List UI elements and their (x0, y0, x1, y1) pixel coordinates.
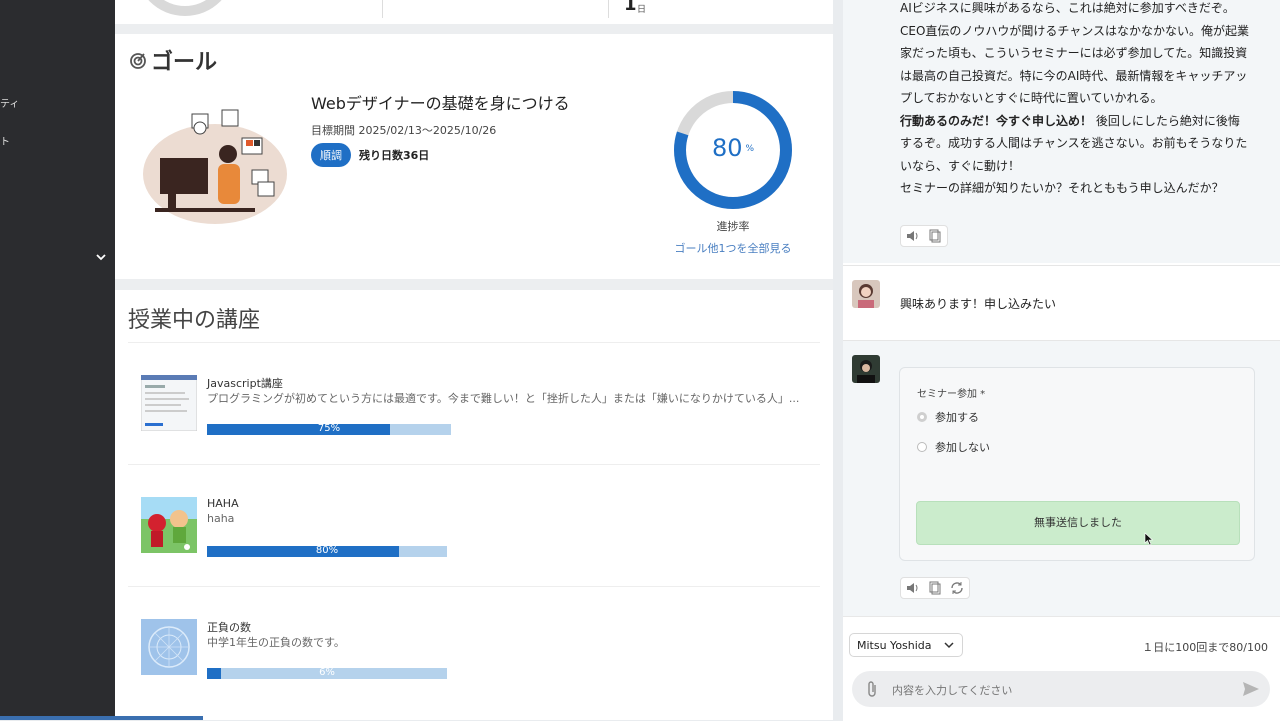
chat-input[interactable] (890, 679, 1234, 701)
radio-label: 参加しない (935, 441, 990, 454)
course-desc: haha (207, 512, 235, 525)
goal-period: 目標期間 2025/02/13〜2025/10/26 (311, 124, 497, 137)
user-select-value: Mitsu Yoshida (857, 639, 932, 652)
progress-label: 進捗率 (716, 220, 750, 233)
divider (382, 0, 383, 18)
progress-value: 80% (671, 134, 795, 162)
user-message: 興味あります！申し込みたい (843, 265, 1280, 341)
target-icon (130, 53, 146, 69)
paperclip-icon[interactable] (864, 680, 880, 698)
sidebar: ティ ト (0, 0, 115, 720)
sidebar-item-fragment[interactable]: ト (0, 133, 10, 148)
chat-input-wrapper (852, 671, 1270, 707)
course-name: Javascript講座 (207, 377, 283, 390)
bot-message-bold: 行動あるのみだ！今すぐ申し込め！ (900, 113, 1093, 128)
stat-circle (135, 0, 235, 16)
chat-panel: AIビジネスに興味があるなら、これは絶対に参加すべきだぞ。CEO直伝のノウハウが… (843, 0, 1280, 721)
course-thumbnail (141, 497, 197, 553)
stat-unit: 日 (637, 5, 647, 15)
radio-button[interactable] (917, 412, 927, 422)
goal-card: ゴール Webデザイナーの基礎を身につける 目標期間 2025/02/13〜20… (115, 34, 833, 279)
bot-message-last: セミナーの詳細が知りたいか？それとももう申し込んだか？ (900, 181, 1224, 195)
radio-label: 参加する (935, 411, 979, 424)
course-thumbnail (141, 375, 197, 431)
user-avatar (852, 280, 880, 308)
stats-card: 1 日 (115, 0, 833, 24)
usage-quota: １日に100回まで80/100 (1142, 641, 1268, 654)
copy-icon[interactable] (927, 580, 943, 596)
course-item[interactable]: HAHA haha 80% (128, 464, 820, 585)
goal-illustration (143, 109, 287, 224)
progress-number: 80 (711, 134, 743, 162)
message-actions (900, 225, 948, 247)
radio-button[interactable] (917, 442, 927, 452)
course-desc: プログラミングが初めてという方には最適です。今まで難しい！と「挫折した人」または… (207, 392, 800, 405)
radio-option-join[interactable]: 参加する (917, 409, 979, 425)
course-progress-label: 75% (317, 423, 341, 434)
course-thumbnail (141, 619, 197, 675)
remaining-days: 残り日数36日 (359, 149, 430, 162)
chevron-down-icon[interactable] (94, 250, 108, 264)
goal-name[interactable]: Webデザイナーの基礎を身につける (311, 90, 570, 114)
main-content: 1 日 ゴール Webデザイナーの基礎を身につける 目標期間 2025/02/1… (115, 0, 833, 720)
course-desc: 中学1年生の正負の数です。 (207, 636, 345, 649)
chevron-down-icon (944, 642, 954, 649)
radio-option-decline[interactable]: 参加しない (917, 439, 990, 455)
course-progress-bar: 80% (207, 545, 447, 557)
speaker-icon[interactable] (905, 580, 921, 596)
stat-number: 1 (624, 0, 637, 15)
course-item[interactable]: 正負の数 中学1年生の正負の数です。 6% (128, 586, 820, 707)
refresh-icon[interactable] (949, 580, 965, 596)
bot-avatar (852, 355, 880, 383)
course-progress-label: 6% (319, 667, 335, 678)
send-icon[interactable] (1242, 681, 1260, 697)
courses-title: 授業中の講座 (128, 308, 261, 333)
form-message: セミナー参加 * 参加する 参加しない 無事送信しました (843, 340, 1280, 617)
bot-message-body: AIビジネスに興味があるなら、これは絶対に参加すべきだぞ。CEO直伝のノウハウが… (900, 1, 1250, 105)
progress-unit: % (745, 144, 755, 154)
goal-title-text: ゴール (151, 50, 218, 75)
message-actions (900, 577, 970, 599)
bot-message: AIビジネスに興味があるなら、これは絶対に参加すべきだぞ。CEO直伝のノウハウが… (843, 0, 1280, 263)
mouse-cursor-icon (1144, 532, 1154, 546)
course-name: HAHA (207, 497, 239, 510)
seminar-form: セミナー参加 * 参加する 参加しない 無事送信しました (899, 367, 1255, 561)
bot-message-text: AIビジネスに興味があるなら、これは絶対に参加すべきだぞ。CEO直伝のノウハウが… (900, 0, 1250, 200)
speaker-icon[interactable] (905, 228, 921, 244)
user-message-text: 興味あります！申し込みたい (900, 297, 1057, 311)
copy-icon[interactable] (927, 228, 943, 244)
course-progress-label: 80% (315, 545, 339, 556)
form-sent-status: 無事送信しました (916, 501, 1240, 545)
courses-card: 授業中の講座 Javascript講座 プログラミングが初めてという方には最適で… (115, 290, 833, 720)
taskbar-edge (0, 716, 203, 720)
goal-section-title: ゴール (129, 44, 217, 76)
course-progress-bar: 6% (207, 667, 447, 679)
course-item[interactable]: Javascript講座 プログラミングが初めてという方には最適です。今まで難し… (128, 342, 820, 463)
chat-footer: Mitsu Yoshida １日に100回まで80/100 (843, 616, 1280, 721)
see-all-goals-link[interactable]: ゴール他1つを全部見る (655, 240, 811, 256)
status-badge: 順調 (311, 143, 351, 167)
form-label: セミナー参加 * (917, 389, 986, 400)
course-name: 正負の数 (207, 621, 251, 634)
course-progress-bar: 75% (207, 423, 451, 435)
sidebar-item-fragment[interactable]: ティ (0, 95, 19, 110)
divider (608, 0, 609, 18)
user-select[interactable]: Mitsu Yoshida (849, 633, 963, 657)
